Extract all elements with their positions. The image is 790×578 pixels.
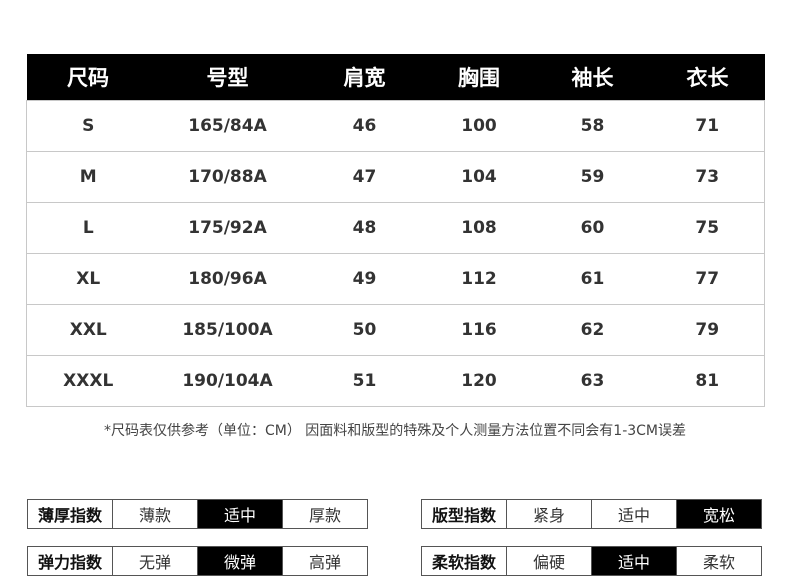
header-model: 号型	[149, 54, 306, 101]
table-row: XL 180/96A 49 112 61 77	[26, 253, 765, 305]
cell-model: 165/84A	[149, 100, 306, 152]
thickness-option-medium: 适中	[197, 500, 282, 528]
cell-chest: 120	[423, 355, 535, 407]
header-shoulder: 肩宽	[305, 54, 424, 101]
cell-size: M	[26, 151, 150, 203]
thickness-index-label: 薄厚指数	[37, 506, 102, 525]
table-row: S 165/84A 46 100 58 71	[26, 100, 765, 152]
cell-size: XXXL	[26, 355, 150, 407]
fit-index-label: 版型指数	[431, 506, 496, 525]
cell-model: 180/96A	[149, 253, 306, 305]
table-row: XXXL 190/104A 51 120 63 81	[26, 355, 765, 407]
cell-length: 75	[650, 202, 765, 254]
fit-option-slim: 紧身	[506, 500, 591, 528]
elasticity-option-slight: 微弹	[197, 547, 282, 575]
cell-length: 79	[650, 304, 765, 356]
cell-sleeve: 61	[534, 253, 651, 305]
header-sleeve: 袖长	[534, 54, 651, 101]
cell-length: 73	[650, 151, 765, 203]
cell-length: 81	[650, 355, 765, 407]
header-length: 衣长	[650, 54, 765, 101]
cell-chest: 100	[423, 100, 535, 152]
cell-chest: 108	[423, 202, 535, 254]
cell-sleeve: 62	[534, 304, 651, 356]
thickness-option-thick: 厚款	[282, 500, 367, 528]
cell-shoulder: 51	[305, 355, 424, 407]
cell-sleeve: 60	[534, 202, 651, 254]
cell-shoulder: 49	[305, 253, 424, 305]
header-size: 尺码	[26, 54, 150, 101]
cell-shoulder: 46	[305, 100, 424, 152]
cell-size: XXL	[26, 304, 150, 356]
measurement-note: *尺码表仅供参考（单位：CM） 因面料和版型的特殊及个人测量方法位置不同会有1-…	[103, 423, 687, 439]
elasticity-option-high: 高弹	[282, 547, 367, 575]
cell-model: 185/100A	[149, 304, 306, 356]
cell-model: 175/92A	[149, 202, 306, 254]
elasticity-option-none: 无弹	[112, 547, 197, 575]
thickness-option-thin: 薄款	[112, 500, 197, 528]
elasticity-index-label: 弹力指数	[37, 553, 102, 572]
cell-chest: 116	[423, 304, 535, 356]
softness-option-medium: 适中	[591, 547, 676, 575]
cell-shoulder: 50	[305, 304, 424, 356]
fit-option-loose: 宽松	[676, 500, 761, 528]
cell-model: 170/88A	[149, 151, 306, 203]
table-row: XXL 185/100A 50 116 62 79	[26, 304, 765, 356]
cell-sleeve: 58	[534, 100, 651, 152]
cell-model: 190/104A	[149, 355, 306, 407]
size-chart-table: 尺码 号型 肩宽 胸围 袖长 衣长 S 165/84A 46 100 58 71…	[26, 54, 765, 407]
softness-option-firm: 偏硬	[506, 547, 591, 575]
thickness-index: 薄厚指数 薄款 适中 厚款	[27, 499, 368, 529]
softness-option-soft: 柔软	[676, 547, 761, 575]
cell-size: L	[26, 202, 150, 254]
cell-size: XL	[26, 253, 150, 305]
table-header-row: 尺码 号型 肩宽 胸围 袖长 衣长	[26, 54, 765, 101]
cell-length: 77	[650, 253, 765, 305]
cell-shoulder: 48	[305, 202, 424, 254]
fit-index: 版型指数 紧身 适中 宽松	[421, 499, 762, 529]
cell-chest: 112	[423, 253, 535, 305]
cell-chest: 104	[423, 151, 535, 203]
cell-shoulder: 47	[305, 151, 424, 203]
table-row: M 170/88A 47 104 59 73	[26, 151, 765, 203]
header-chest: 胸围	[423, 54, 535, 101]
table-row: L 175/92A 48 108 60 75	[26, 202, 765, 254]
cell-sleeve: 59	[534, 151, 651, 203]
cell-sleeve: 63	[534, 355, 651, 407]
elasticity-index: 弹力指数 无弹 微弹 高弹	[27, 546, 368, 576]
softness-index-label: 柔软指数	[431, 553, 496, 572]
cell-length: 71	[650, 100, 765, 152]
fit-option-regular: 适中	[591, 500, 676, 528]
cell-size: S	[26, 100, 150, 152]
softness-index: 柔软指数 偏硬 适中 柔软	[421, 546, 762, 576]
